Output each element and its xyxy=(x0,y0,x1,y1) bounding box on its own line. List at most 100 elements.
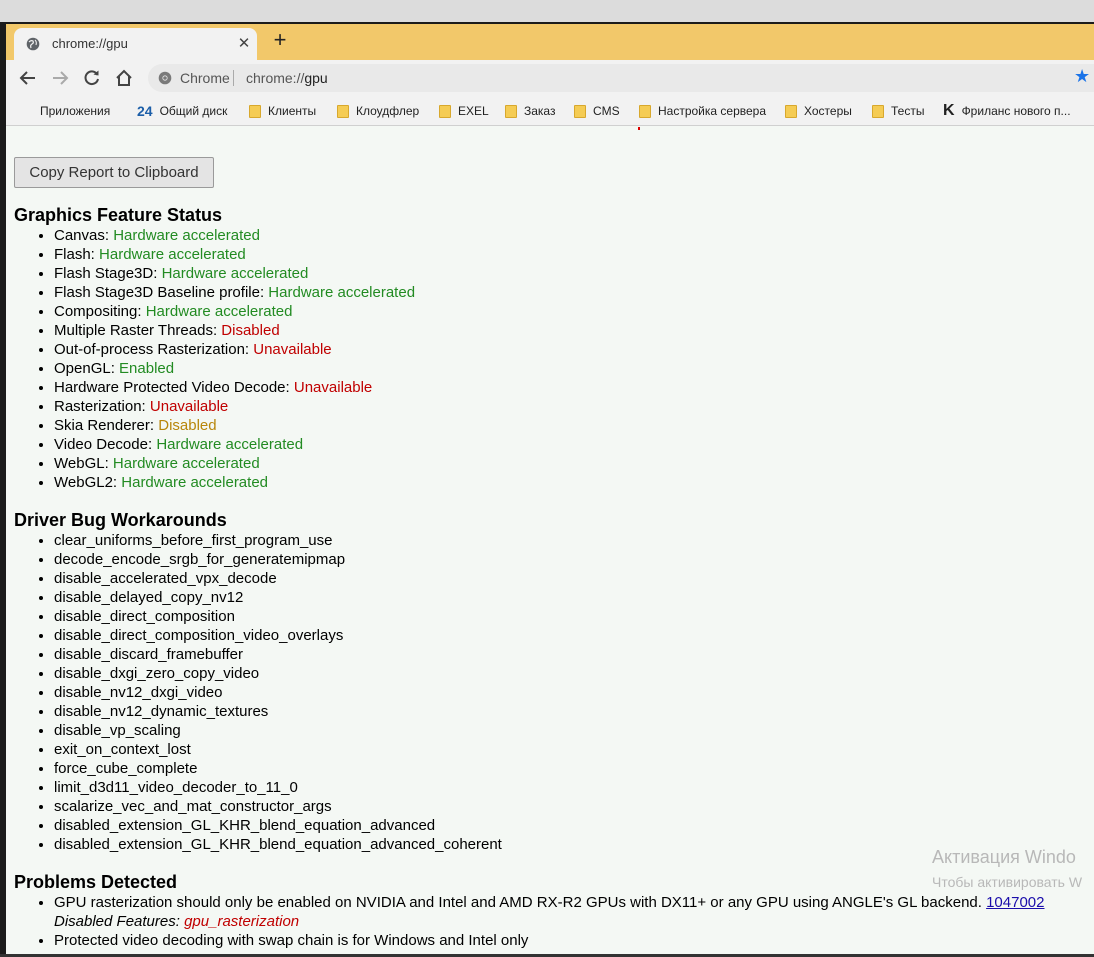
star-icon[interactable]: ★ xyxy=(1074,66,1090,87)
bookmarks-bar: Приложения 24 Общий диск Клиенты Клоудфл… xyxy=(6,96,1094,126)
reload-icon xyxy=(84,70,99,86)
url-text: chrome://gpu xyxy=(246,70,328,86)
workaround-item: decode_encode_srgb_for_generatemipmap xyxy=(54,550,502,569)
folder-icon xyxy=(639,104,651,118)
bookmark-apps[interactable]: Приложения xyxy=(20,102,110,120)
workaround-item: clear_uniforms_before_first_program_use xyxy=(54,531,502,550)
status-value: Enabled xyxy=(119,360,175,377)
workaround-item: scalarize_vec_and_mat_constructor_args xyxy=(54,797,502,816)
page-content: Copy Report to Clipboard Graphics Featur… xyxy=(6,127,1094,957)
folder-icon xyxy=(505,104,517,118)
bookmark-exel[interactable]: EXEL xyxy=(439,102,489,120)
workaround-item: limit_d3d11_video_decoder_to_11_0 xyxy=(54,778,502,797)
bookmark-label: Общий диск xyxy=(159,104,228,118)
feature-item: Canvas: Hardware accelerated xyxy=(54,226,415,245)
folder-icon xyxy=(785,104,797,118)
back-button[interactable] xyxy=(16,66,40,90)
bookmark-cms[interactable]: CMS xyxy=(574,102,620,120)
bug-link[interactable]: 1047002 xyxy=(986,894,1044,911)
bookmark-server-setup[interactable]: Настройка сервера xyxy=(639,102,766,120)
status-value: Hardware accelerated xyxy=(268,284,416,301)
chrome-page-icon xyxy=(158,71,172,85)
bookmark-label: Заказ xyxy=(524,104,556,118)
bookmark-freelance[interactable]: K Фриланс нового п... xyxy=(943,102,1071,120)
workaround-item: disable_delayed_copy_nv12 xyxy=(54,588,502,607)
bookmark-label: Фриланс нового п... xyxy=(961,104,1071,118)
status-value: Hardware accelerated xyxy=(112,455,260,472)
tab-gpu[interactable]: chrome://gpu ✕ xyxy=(14,28,257,60)
workaround-item: disable_nv12_dynamic_textures xyxy=(54,702,502,721)
workaround-item: disable_direct_composition_video_overlay… xyxy=(54,626,502,645)
feature-status-list: Canvas: Hardware accelerated Flash: Hard… xyxy=(54,226,415,492)
close-icon[interactable]: ✕ xyxy=(236,34,252,52)
new-tab-button[interactable]: + xyxy=(268,27,292,53)
copy-report-button[interactable]: Copy Report to Clipboard xyxy=(14,157,214,188)
feature-item: Flash Stage3D: Hardware accelerated xyxy=(54,264,415,283)
address-bar[interactable]: Chrome chrome://gpu ★ xyxy=(148,64,1094,92)
bookmark-label: Хостеры xyxy=(804,104,852,118)
feature-item: Rasterization: Unavailable xyxy=(54,397,415,416)
workaround-item: disable_direct_composition xyxy=(54,607,502,626)
bookmark-label: Тесты xyxy=(891,104,925,118)
home-button[interactable] xyxy=(112,66,136,90)
problem-item: Protected video decoding with swap chain… xyxy=(54,931,1045,950)
workaround-item: force_cube_complete xyxy=(54,759,502,778)
desktop-background xyxy=(0,0,1094,22)
workaround-item: disable_dxgi_zero_copy_video xyxy=(54,664,502,683)
workaround-item: exit_on_context_lost xyxy=(54,740,502,759)
status-value: Unavailable xyxy=(253,341,332,358)
arrow-left-icon xyxy=(19,71,35,85)
toolbar: Chrome chrome://gpu ★ xyxy=(6,60,1094,96)
disabled-feature-value: gpu_rasterization xyxy=(184,913,300,930)
workaround-item: disable_discard_framebuffer xyxy=(54,645,502,664)
workaround-item: disabled_extension_GL_KHR_blend_equation… xyxy=(54,835,502,854)
bookmark-label: Приложения xyxy=(40,104,111,118)
folder-icon xyxy=(439,104,451,118)
browser-window: chrome://gpu ✕ + Chrome chrome://gpu ★ П… xyxy=(0,22,1094,957)
status-value: Disabled xyxy=(158,417,217,434)
status-value: Hardware accelerated xyxy=(161,265,309,282)
bookmark-label: EXEL xyxy=(458,104,489,118)
apps-grid-icon xyxy=(20,105,33,118)
site-label: Chrome xyxy=(180,70,230,86)
feature-item: Compositing: Hardware accelerated xyxy=(54,302,415,321)
bookmark-clients[interactable]: Клиенты xyxy=(249,102,316,120)
forward-button[interactable] xyxy=(48,66,72,90)
folder-icon xyxy=(574,104,586,118)
status-value: Hardware accelerated xyxy=(121,474,269,491)
status-value: Hardware accelerated xyxy=(156,436,304,453)
folder-icon xyxy=(337,104,349,118)
home-icon xyxy=(116,69,132,86)
windows-activation-subtext: Чтобы активировать W xyxy=(932,874,1083,890)
status-value: Hardware accelerated xyxy=(113,227,260,244)
reload-button[interactable] xyxy=(80,66,104,90)
arrow-right-icon xyxy=(53,71,69,85)
feature-item: WebGL2: Hardware accelerated xyxy=(54,473,415,492)
bookmark-order[interactable]: Заказ xyxy=(505,102,555,120)
feature-item: Video Decode: Hardware accelerated xyxy=(54,435,415,454)
feature-item: Flash: Hardware accelerated xyxy=(54,245,415,264)
feature-item: OpenGL: Enabled xyxy=(54,359,415,378)
feature-item: Multiple Raster Threads: Disabled xyxy=(54,321,415,340)
windows-activation-watermark: Активация Windo xyxy=(932,847,1076,867)
bookmark-hosters[interactable]: Хостеры xyxy=(785,102,852,120)
folder-icon xyxy=(249,104,261,118)
status-value: Hardware accelerated xyxy=(99,246,246,263)
problems-list: GPU rasterization should only be enabled… xyxy=(54,893,1045,950)
feature-status-heading: Graphics Feature Status xyxy=(14,205,223,225)
bookmark-label: Клоудфлер xyxy=(356,104,420,118)
status-value: Unavailable xyxy=(293,379,373,396)
status-value: Unavailable xyxy=(149,398,229,415)
feature-item: WebGL: Hardware accelerated xyxy=(54,454,415,473)
tab-title: chrome://gpu xyxy=(52,36,128,51)
bookmark-shared-drive[interactable]: 24 Общий диск xyxy=(137,102,227,120)
bookmark-label: Настройка сервера xyxy=(658,104,767,118)
workarounds-heading: Driver Bug Workarounds xyxy=(14,510,227,530)
bookmark-tests[interactable]: Тесты xyxy=(872,102,924,120)
feature-item: Skia Renderer: Disabled xyxy=(54,416,415,435)
bookmark-cloudflare[interactable]: Клоудфлер xyxy=(337,102,419,120)
red-mark xyxy=(638,127,640,130)
problem-item: GPU rasterization should only be enabled… xyxy=(54,893,1045,931)
omnibox-separator xyxy=(233,70,234,86)
feature-item: Hardware Protected Video Decode: Unavail… xyxy=(54,378,415,397)
